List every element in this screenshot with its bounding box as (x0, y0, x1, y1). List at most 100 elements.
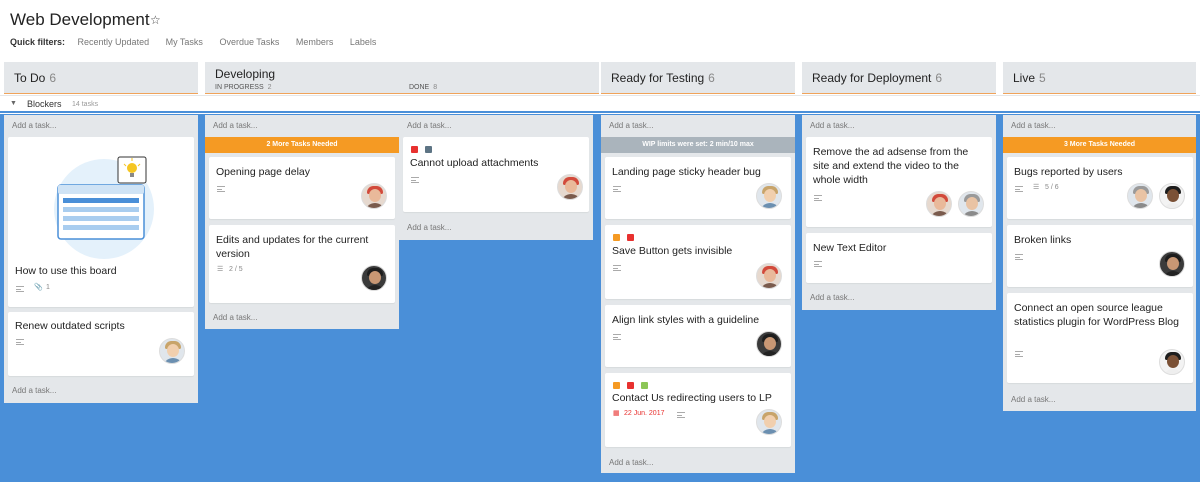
avatar[interactable] (361, 183, 387, 209)
avatar[interactable] (557, 174, 583, 200)
add-task-link[interactable]: Add a task... (407, 223, 451, 232)
card-how-to-use[interactable]: How to use this board 📎 1 (8, 137, 194, 307)
avatar[interactable] (1159, 349, 1185, 375)
card-title: Align link styles with a guideline (612, 314, 760, 326)
column-name: Developing (215, 67, 276, 81)
lane-deployment: Add a task... Remove the ad adsense from… (802, 115, 996, 310)
filter-labels[interactable]: Labels (350, 37, 377, 47)
lane-testing: Add a task... WIP limits were set: 2 min… (601, 115, 795, 473)
avatar[interactable] (926, 191, 952, 217)
wip-banner: 2 More Tasks Needed (205, 137, 399, 153)
description-icon (613, 334, 621, 340)
description-icon (677, 412, 685, 418)
add-task-link[interactable]: Add a task... (1011, 121, 1055, 130)
column-count: 6 (708, 71, 715, 85)
column-name: To Do (14, 71, 46, 85)
card-title: Broken links (1014, 234, 1072, 246)
avatar[interactable] (1159, 251, 1185, 277)
add-task-link[interactable]: Add a task... (12, 121, 56, 130)
board-illustration (54, 156, 154, 259)
column-header-deployment[interactable]: Ready for Deployment 6 (802, 62, 996, 94)
column-name: Live (1013, 71, 1036, 85)
avatar[interactable] (361, 265, 387, 291)
swimlane-count: 14 tasks (72, 101, 99, 108)
column-header-developing[interactable]: Developing IN PROGRESS 2 DONE 8 (205, 62, 599, 94)
avatar[interactable] (756, 183, 782, 209)
add-task-link[interactable]: Add a task... (12, 386, 56, 395)
tag-red (411, 146, 418, 153)
swimlane-name: Blockers (27, 99, 62, 109)
add-task-link[interactable]: Add a task... (213, 121, 257, 130)
tag-green (641, 382, 648, 389)
avatar[interactable] (756, 331, 782, 357)
add-task-link[interactable]: Add a task... (810, 121, 854, 130)
swimlane-blockers[interactable]: ▼ Blockers 14 tasks (0, 95, 1200, 113)
column-header-todo[interactable]: To Do 6 (4, 62, 198, 94)
card-contact-us[interactable]: Contact Us redirecting users to LP ▦ 22 … (605, 373, 791, 447)
star-icon[interactable]: ☆ (150, 13, 161, 27)
card-title: Bugs reported by users (1014, 166, 1123, 178)
column-header-live[interactable]: Live 5 (1003, 62, 1196, 94)
checklist-icon: ☰ (217, 266, 224, 273)
add-task-link[interactable]: Add a task... (213, 313, 257, 322)
card-sticky-header[interactable]: Landing page sticky header bug (605, 157, 791, 219)
attachment-count: 1 (46, 284, 50, 291)
card-new-text-editor[interactable]: New Text Editor (806, 233, 992, 283)
lane-todo: Add a task... How to use this board 📎 1 … (4, 115, 198, 403)
avatar[interactable] (958, 191, 984, 217)
filter-overdue-tasks[interactable]: Overdue Tasks (219, 37, 279, 47)
quick-filters: Quick filters: Recently Updated My Tasks… (10, 37, 390, 47)
add-task-link[interactable]: Add a task... (407, 121, 451, 130)
card-title: Save Button gets invisible (612, 245, 733, 257)
card-title: Contact Us redirecting users to LP (612, 392, 772, 404)
description-icon (1015, 254, 1023, 260)
add-task-link[interactable]: Add a task... (609, 458, 653, 467)
avatar[interactable] (1159, 183, 1185, 209)
card-remove-adsense[interactable]: Remove the ad adsense from the site and … (806, 137, 992, 227)
calendar-icon: ▦ (613, 410, 620, 417)
avatar[interactable] (756, 263, 782, 289)
lane-in-progress: Add a task... 2 More Tasks Needed Openin… (205, 115, 399, 329)
card-align-link-styles[interactable]: Align link styles with a guideline (605, 305, 791, 367)
quick-filters-label: Quick filters: (10, 37, 66, 47)
collapse-arrow-icon[interactable]: ▼ (10, 100, 17, 107)
description-icon (217, 186, 225, 192)
description-icon (814, 261, 822, 267)
column-name: Ready for Testing (611, 71, 705, 85)
column-header-testing[interactable]: Ready for Testing 6 (601, 62, 795, 94)
tag-red (627, 234, 634, 241)
card-bugs-reported[interactable]: Bugs reported by users ☰ 5 / 6 (1007, 157, 1193, 219)
checklist-progress: 5 / 6 (1045, 184, 1059, 191)
card-title: Cannot upload attachments (410, 157, 539, 169)
tag-red (627, 382, 634, 389)
description-icon (16, 339, 24, 345)
filter-my-tasks[interactable]: My Tasks (166, 37, 203, 47)
avatar[interactable] (159, 338, 185, 364)
add-task-link[interactable]: Add a task... (1011, 395, 1055, 404)
card-edits-updates[interactable]: Edits and updates for the current versio… (209, 225, 395, 303)
avatar[interactable] (1127, 183, 1153, 209)
avatar[interactable] (756, 409, 782, 435)
column-count: 5 (1039, 71, 1046, 85)
tag-orange (613, 382, 620, 389)
wip-limits-banner: WIP limits were set: 2 min/10 max (601, 137, 795, 153)
card-connect-plugin[interactable]: Connect an open source league statistics… (1007, 293, 1193, 383)
add-task-link[interactable]: Add a task... (609, 121, 653, 130)
card-save-button[interactable]: Save Button gets invisible (605, 225, 791, 299)
card-renew-scripts[interactable]: Renew outdated scripts (8, 312, 194, 376)
filter-members[interactable]: Members (296, 37, 334, 47)
card-opening-page-delay[interactable]: Opening page delay (209, 157, 395, 219)
due-date[interactable]: 22 Jun. 2017 (624, 410, 664, 417)
filter-recently-updated[interactable]: Recently Updated (78, 37, 150, 47)
card-title: Opening page delay (216, 166, 310, 178)
description-icon (1015, 351, 1023, 357)
description-icon (1015, 186, 1023, 192)
card-broken-links[interactable]: Broken links (1007, 225, 1193, 287)
attachment-icon: 📎 (34, 284, 43, 291)
card-title: Edits and updates for the current versio… (216, 234, 369, 260)
wip-banner: 3 More Tasks Needed (1003, 137, 1196, 153)
card-cannot-upload[interactable]: Cannot upload attachments (403, 137, 589, 212)
add-task-link[interactable]: Add a task... (810, 293, 854, 302)
subcolumn-done[interactable]: DONE 8 (409, 84, 437, 91)
subcolumn-in-progress[interactable]: IN PROGRESS 2 (215, 84, 272, 91)
